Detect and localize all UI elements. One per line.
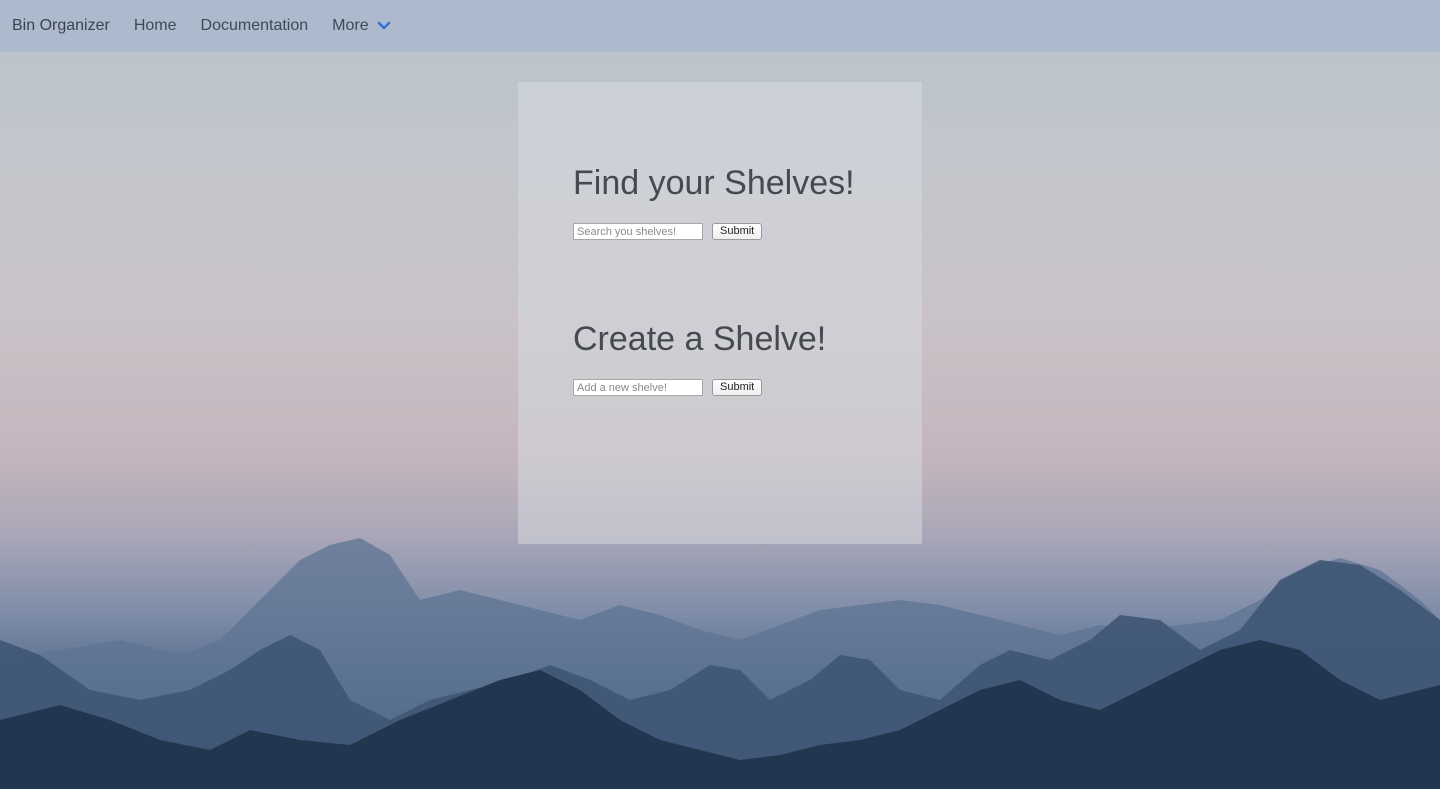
search-input[interactable] [573, 223, 703, 240]
create-section: Create a Shelve! Submit [573, 320, 826, 396]
top-navbar: Bin Organizer Home Documentation More [0, 0, 1440, 52]
nav-more-dropdown[interactable]: More [332, 17, 390, 35]
add-shelve-input[interactable] [573, 379, 703, 396]
page: Bin Organizer Home Documentation More Fi… [0, 0, 1440, 789]
brand-link[interactable]: Bin Organizer [12, 17, 110, 35]
nav-more-label: More [332, 17, 369, 34]
nav-home-link[interactable]: Home [134, 17, 177, 35]
search-form: Submit [573, 223, 855, 240]
search-submit-button[interactable]: Submit [712, 223, 763, 240]
shelves-panel: Find your Shelves! Submit Create a Shelv… [518, 82, 922, 544]
search-heading: Find your Shelves! [573, 164, 855, 202]
nav-documentation-link[interactable]: Documentation [201, 17, 309, 35]
create-submit-button[interactable]: Submit [712, 379, 763, 396]
search-section: Find your Shelves! Submit [573, 164, 855, 240]
create-heading: Create a Shelve! [573, 320, 827, 358]
chevron-down-icon [377, 21, 390, 30]
create-form: Submit [573, 379, 826, 396]
